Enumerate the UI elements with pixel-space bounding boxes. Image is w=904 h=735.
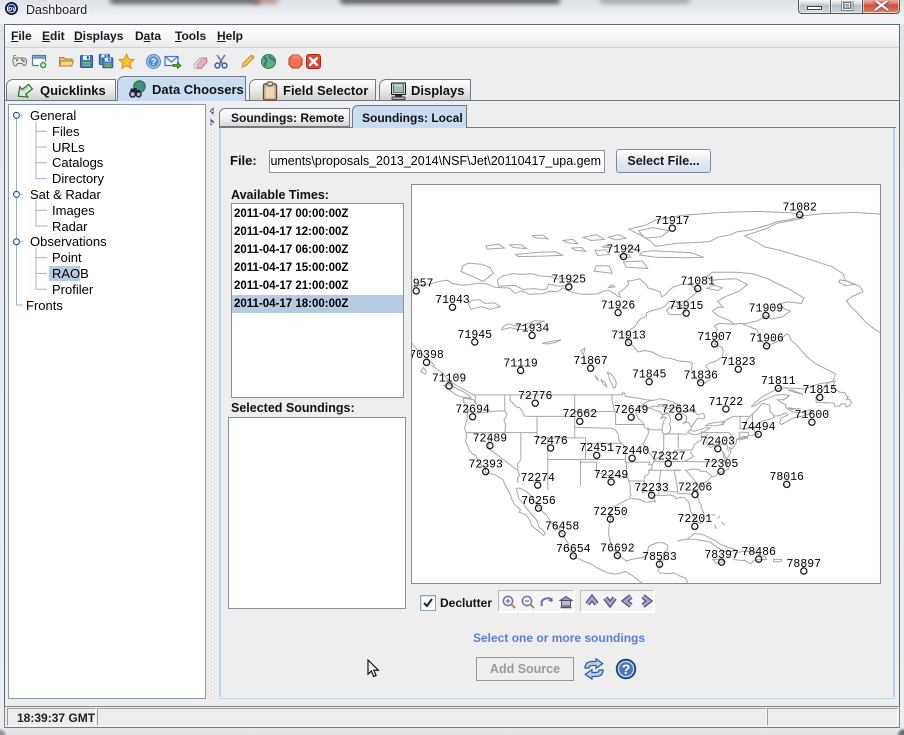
svg-text:72327: 72327 bbox=[651, 450, 686, 463]
svg-text:71924: 71924 bbox=[606, 243, 641, 256]
svg-text:72305: 72305 bbox=[704, 458, 739, 471]
svg-text:71926: 71926 bbox=[601, 299, 636, 312]
svg-text:72649: 72649 bbox=[614, 404, 649, 417]
svg-text:71722: 71722 bbox=[709, 396, 744, 409]
svg-text:72440: 72440 bbox=[615, 445, 650, 458]
svg-text:72776: 72776 bbox=[518, 390, 553, 403]
svg-text:71867: 71867 bbox=[573, 355, 608, 368]
svg-text:71913: 71913 bbox=[611, 329, 646, 342]
svg-text:?: ? bbox=[622, 661, 631, 677]
svg-text:78016: 78016 bbox=[769, 471, 804, 484]
svg-text:78583: 78583 bbox=[642, 551, 677, 564]
svg-text:72206: 72206 bbox=[678, 481, 713, 494]
svg-text:71907: 71907 bbox=[697, 331, 732, 344]
svg-text:72274: 72274 bbox=[520, 472, 555, 485]
svg-text:71823: 71823 bbox=[721, 356, 756, 369]
svg-text:71119: 71119 bbox=[503, 357, 538, 370]
svg-text:?: ? bbox=[151, 57, 157, 67]
svg-text:72694: 72694 bbox=[455, 404, 490, 417]
svg-text:71917: 71917 bbox=[655, 215, 690, 228]
svg-text:71109: 71109 bbox=[432, 373, 467, 386]
svg-text:72233: 72233 bbox=[634, 482, 669, 495]
svg-text:71957: 71957 bbox=[412, 278, 433, 291]
svg-text:71811: 71811 bbox=[761, 375, 796, 388]
svg-text:71815: 71815 bbox=[803, 384, 838, 397]
svg-text:72489: 72489 bbox=[473, 432, 508, 445]
svg-text:71082: 71082 bbox=[782, 202, 817, 215]
svg-text:70398: 70398 bbox=[412, 349, 444, 362]
svg-text:72201: 72201 bbox=[678, 513, 713, 526]
svg-text:78897: 78897 bbox=[787, 558, 822, 571]
svg-text:71945: 71945 bbox=[458, 329, 493, 342]
svg-text:71043: 71043 bbox=[435, 294, 470, 307]
svg-text:72451: 72451 bbox=[579, 442, 614, 455]
svg-text:71906: 71906 bbox=[749, 333, 784, 346]
svg-text:72662: 72662 bbox=[563, 408, 598, 421]
svg-text:72393: 72393 bbox=[468, 458, 503, 471]
svg-text:76458: 76458 bbox=[545, 521, 580, 534]
svg-text:72403: 72403 bbox=[701, 436, 736, 449]
svg-text:71915: 71915 bbox=[669, 300, 704, 313]
svg-text:72249: 72249 bbox=[594, 469, 629, 482]
svg-text:71836: 71836 bbox=[683, 370, 718, 383]
svg-text:72250: 72250 bbox=[593, 506, 628, 519]
svg-text:72476: 72476 bbox=[533, 435, 568, 448]
svg-text:71909: 71909 bbox=[749, 302, 784, 315]
svg-text:71081: 71081 bbox=[680, 275, 715, 288]
svg-text:78397: 78397 bbox=[704, 549, 739, 562]
svg-text:76256: 76256 bbox=[521, 495, 556, 508]
svg-text:76654: 76654 bbox=[556, 543, 591, 556]
svg-text:IDV: IDV bbox=[7, 7, 17, 13]
svg-text:74494: 74494 bbox=[741, 421, 776, 434]
svg-text:76692: 76692 bbox=[600, 542, 635, 555]
svg-text:72634: 72634 bbox=[661, 404, 696, 417]
svg-text:71845: 71845 bbox=[632, 369, 667, 382]
svg-text:71600: 71600 bbox=[795, 409, 830, 422]
svg-text:78486: 78486 bbox=[741, 546, 776, 559]
svg-text:71925: 71925 bbox=[552, 274, 587, 287]
svg-text:71934: 71934 bbox=[515, 322, 550, 335]
